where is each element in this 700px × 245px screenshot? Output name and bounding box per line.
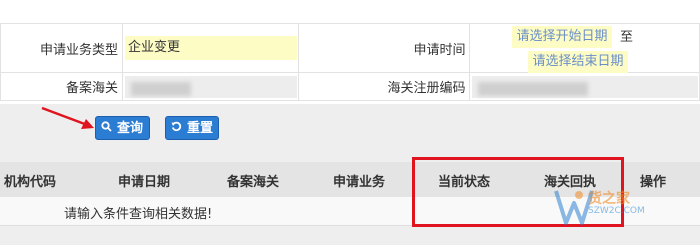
redacted-value — [130, 82, 191, 96]
reset-button[interactable]: 重置 — [165, 116, 219, 140]
reset-icon — [171, 117, 182, 141]
search-icon — [101, 117, 112, 141]
apply-time-label: 申请时间 — [297, 23, 471, 73]
customs-label: 备案海关 — [0, 72, 123, 101]
annotation-arrow — [41, 106, 94, 129]
customs-select[interactable] — [124, 76, 297, 98]
query-label: 查询 — [117, 121, 144, 136]
redacted-value — [478, 82, 589, 96]
reg-code-label: 海关注册编码 — [297, 72, 471, 101]
watermark-text: 货之家 — [588, 191, 630, 207]
empty-message: 请输入条件查询相关数据! — [64, 207, 213, 222]
reg-code-input[interactable] — [472, 76, 699, 98]
date-separator: 至 — [620, 30, 634, 45]
query-button[interactable]: 查询 — [95, 116, 150, 140]
col-customs: 备案海关 — [227, 175, 280, 190]
business-type-select[interactable]: 企业变更 — [124, 36, 297, 60]
business-type-label: 申请业务类型 — [0, 23, 123, 73]
start-date-input[interactable]: 请选择开始日期 — [512, 26, 612, 48]
watermark-subtext: SZW2C.COM — [588, 206, 645, 216]
reset-label: 重置 — [187, 121, 214, 136]
col-org-code: 机构代码 — [4, 175, 57, 190]
col-apply-date: 申请日期 — [118, 175, 171, 190]
col-business: 申请业务 — [333, 175, 386, 190]
end-date-input[interactable]: 请选择结束日期 — [528, 51, 628, 73]
